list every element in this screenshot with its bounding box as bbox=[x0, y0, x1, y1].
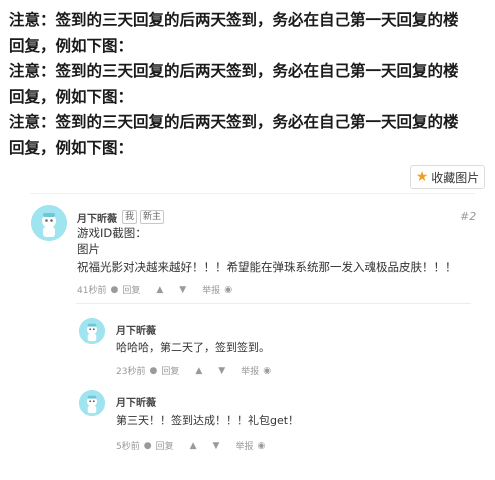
notice-line: 回复，例如下图： bbox=[9, 87, 134, 106]
reply-link[interactable]: 回复 bbox=[161, 364, 179, 377]
comment-icon[interactable]: ● bbox=[110, 285, 118, 295]
thumbs-down-icon[interactable]: ▼ bbox=[218, 366, 225, 376]
newbie-tag: 新主 bbox=[140, 210, 165, 224]
star-icon: ★ bbox=[415, 169, 429, 185]
reply-text: 哈哈哈，第二天了，签到签到。 bbox=[116, 341, 270, 354]
notice-line: 回复，例如下图： bbox=[9, 36, 134, 55]
comment-icon[interactable]: ● bbox=[149, 366, 157, 376]
favorite-button-label: 收藏图片 bbox=[431, 170, 480, 185]
reply-username[interactable]: 月下昕薇 bbox=[116, 394, 156, 409]
notice-line: 回复，例如下图： bbox=[9, 138, 134, 157]
more-icon[interactable]: ◉ bbox=[263, 366, 271, 376]
report-link[interactable]: 举报 bbox=[202, 283, 220, 296]
avatar[interactable] bbox=[79, 318, 105, 344]
notice-line: 注意：签到的三天回复的后两天签到，务必在自己第一天回复的楼 bbox=[9, 113, 459, 131]
report-link[interactable]: 举报 bbox=[235, 439, 253, 452]
post-time: 41秒前 bbox=[77, 286, 107, 296]
reply-time: 23秒前 bbox=[116, 367, 146, 377]
reply-time: 5秒前 bbox=[116, 442, 140, 452]
post-meta: 41秒前 ● 回复 ▲ ▼ 举报 ◉ bbox=[77, 283, 232, 297]
thumbs-up-icon[interactable]: ▲ bbox=[156, 285, 163, 295]
avatar[interactable] bbox=[31, 205, 67, 241]
more-icon[interactable]: ◉ bbox=[257, 441, 265, 451]
post-line: 游戏ID截图： bbox=[77, 226, 147, 240]
comment-icon[interactable]: ● bbox=[144, 441, 152, 451]
post-line: 图片 bbox=[77, 242, 100, 256]
thumbs-down-icon[interactable]: ▼ bbox=[213, 441, 220, 451]
reply-link[interactable]: 回复 bbox=[156, 439, 174, 452]
floor-number: #2 bbox=[460, 210, 477, 223]
reply-meta: 5秒前 ● 回复 ▲ ▼ 举报 ◉ bbox=[116, 439, 265, 453]
reply-meta: 23秒前 ● 回复 ▲ ▼ 举报 ◉ bbox=[116, 364, 271, 378]
favorite-image-button[interactable]: ★ 收藏图片 bbox=[410, 165, 485, 189]
notice-block: 注意：签到的三天回复的后两天签到，务必在自己第一天回复的楼 回复，例如下图： 注… bbox=[9, 8, 491, 161]
divider bbox=[30, 193, 475, 194]
thumbs-down-icon[interactable]: ▼ bbox=[179, 285, 186, 295]
notice-line: 注意：签到的三天回复的后两天签到，务必在自己第一天回复的楼 bbox=[9, 62, 459, 80]
self-tag: 我 bbox=[122, 210, 138, 224]
reply-text: 第三天！！签到达成！！！礼包get！ bbox=[116, 414, 300, 427]
thumbs-up-icon[interactable]: ▲ bbox=[190, 441, 197, 451]
more-icon[interactable]: ◉ bbox=[224, 285, 232, 295]
post-line: 祝福光影对决越来越好！！！希望能在弹珠系统那一发入魂极品皮肤！！！ bbox=[77, 260, 457, 274]
report-link[interactable]: 举报 bbox=[241, 364, 259, 377]
reply-username[interactable]: 月下昕薇 bbox=[116, 322, 156, 337]
reply-link[interactable]: 回复 bbox=[122, 283, 140, 296]
thumbs-up-icon[interactable]: ▲ bbox=[195, 366, 202, 376]
post-username[interactable]: 月下昕薇 bbox=[77, 210, 117, 225]
avatar[interactable] bbox=[79, 390, 105, 416]
divider bbox=[76, 303, 471, 304]
notice-line: 注意：签到的三天回复的后两天签到，务必在自己第一天回复的楼 bbox=[9, 11, 459, 29]
